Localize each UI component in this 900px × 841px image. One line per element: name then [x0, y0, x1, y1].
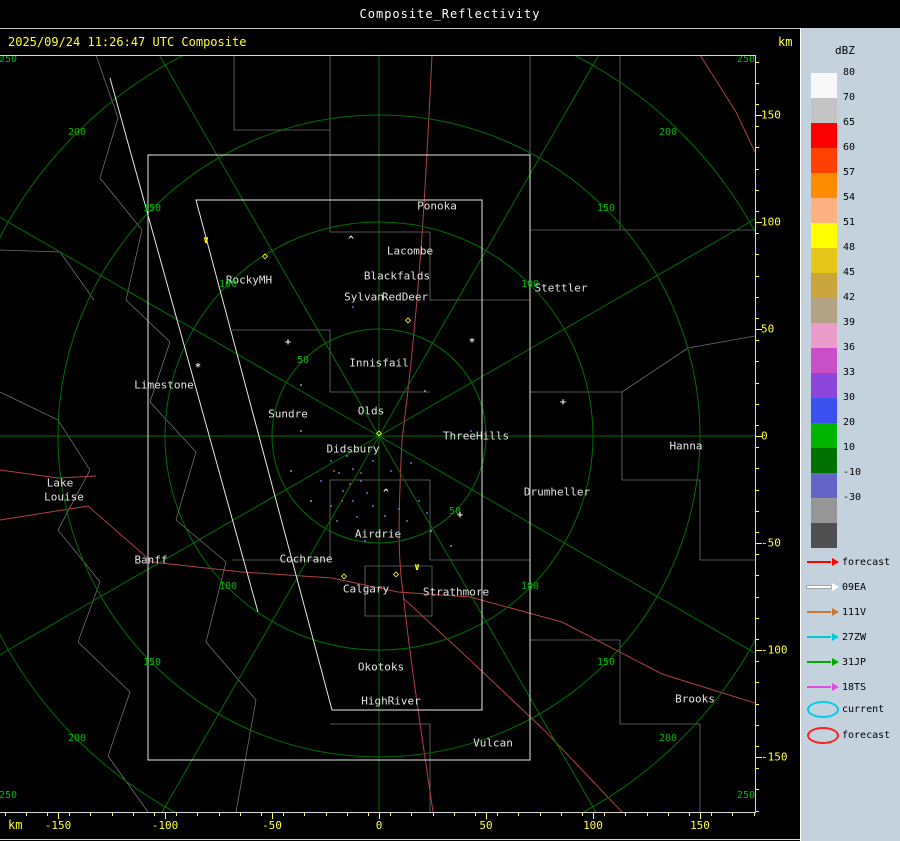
legend-arrowhead-icon — [832, 658, 839, 666]
legend-label: 09EA — [842, 581, 867, 593]
legend-ellipse-icon — [807, 726, 839, 744]
legend-arrow-row: 111V — [807, 603, 866, 621]
legend-label: 31JP — [842, 656, 867, 668]
legend-arrowhead-icon — [832, 633, 839, 641]
map-top-border — [0, 55, 756, 56]
legend-arrow-icon — [807, 636, 831, 638]
map-bottom-border — [0, 812, 756, 813]
legend-arrowhead-icon — [832, 558, 839, 566]
legend-arrowhead-icon — [832, 583, 839, 591]
legend-arrow-row: 09EA — [807, 578, 866, 596]
map-right-border — [755, 55, 756, 813]
legend-arrowhead-icon — [832, 608, 839, 616]
legend-arrow-row: 31JP — [807, 653, 866, 671]
legend-ellipse-row: current — [807, 700, 884, 718]
legend-ellipse-row: forecast — [807, 726, 890, 744]
legend-ellipse-icon — [807, 700, 839, 718]
legend-label: forecast — [842, 556, 891, 568]
legend-arrow-icon — [807, 586, 831, 588]
radar-map-canvas[interactable] — [0, 0, 900, 841]
legend-arrowhead-icon — [832, 683, 839, 691]
legend-label: 111V — [842, 606, 867, 618]
legend-label: 18TS — [842, 681, 867, 693]
legend-arrow-row: 27ZW — [807, 628, 866, 646]
legend-arrow-icon — [807, 661, 831, 663]
range-rings — [0, 55, 755, 812]
legend-arrow-row: 18TS — [807, 678, 866, 696]
legend-arrow-icon — [807, 561, 831, 563]
legend-label: 27ZW — [842, 631, 867, 643]
legend-label: current — [842, 703, 885, 715]
legend-label: forecast — [842, 729, 891, 741]
window-bottom-border — [0, 839, 800, 840]
legend-arrow-icon — [807, 611, 831, 613]
legend-arrow-icon — [807, 686, 831, 688]
legend-arrow-row: forecast — [807, 553, 890, 571]
unit-label-km-bottom: km — [8, 818, 23, 832]
legend-items: forecast 09EA 111V 27ZW 31JP 18TS current forec… — [801, 28, 900, 841]
legend-panel: dBZ 80 70 65 60 57 54 51 48 45 42 39 36 33 30 20 10 -10-… — [800, 28, 900, 841]
